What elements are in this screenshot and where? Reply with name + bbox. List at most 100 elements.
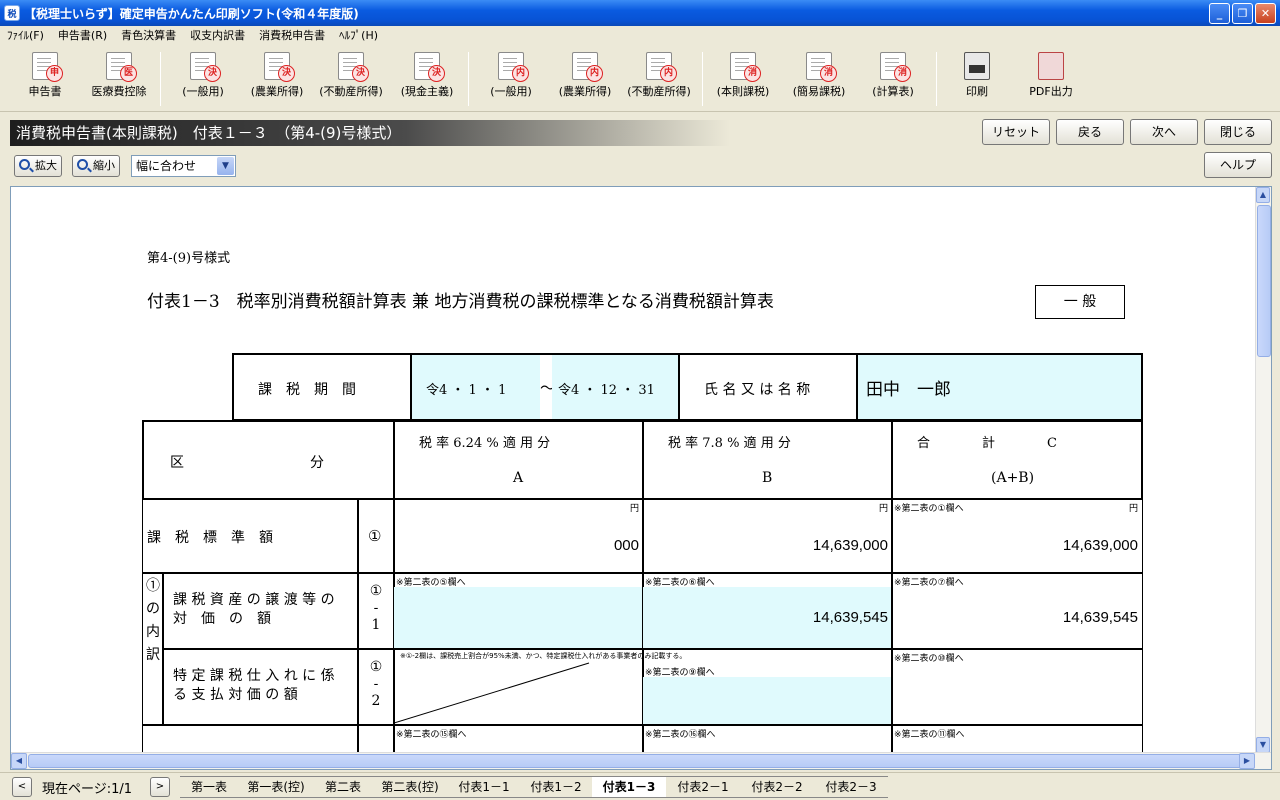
menu-shinkokusho[interactable]: 申告書(R): [51, 27, 114, 43]
vertical-scrollbar[interactable]: ▲ ▼: [1255, 187, 1271, 753]
scroll-down-icon[interactable]: ▼: [1256, 737, 1270, 753]
toolbar-uchiwake-ippan-button[interactable]: 内 (一般用): [474, 52, 548, 99]
toolbar-iryohi-button[interactable]: 医医療費控除: [82, 52, 156, 99]
tab-fuhyo-2-2[interactable]: 付表2－2: [740, 776, 814, 798]
document-icon: 決: [414, 52, 445, 82]
row11-c-field[interactable]: ※第二表の⑦欄へ 14,639,545: [891, 572, 1143, 650]
zoom-select-value: 幅に合わせ: [136, 159, 197, 173]
document-icon: 決: [338, 52, 369, 82]
row11-b-value: 14,639,545: [812, 609, 888, 626]
toolbar-label: (不動産所得): [627, 85, 691, 98]
toolbar-shohi-kani-button[interactable]: 消 (簡易課税): [782, 52, 856, 99]
toolbar-label: (不動産所得): [319, 85, 383, 98]
scroll-left-icon[interactable]: ◀: [11, 753, 27, 769]
kubun-header: 区 分: [142, 420, 395, 500]
toolbar-shinkokusho-button[interactable]: 申申告書: [8, 52, 82, 99]
toolbar-shohi-honsoku-button[interactable]: 消 (本則課税): [706, 52, 780, 99]
menu-help[interactable]: ﾍﾙﾌﾟ(H): [332, 27, 385, 43]
row1-no: ①: [368, 527, 382, 545]
toolbar-print-button[interactable]: 印刷: [940, 52, 1014, 99]
row1-b-field[interactable]: 円 14,639,000: [642, 498, 893, 574]
tab-daiippyo[interactable]: 第一表: [180, 776, 238, 798]
horizontal-scroll-thumb[interactable]: [28, 754, 1254, 768]
col-a-header: 税 率 6.24 % 適 用 分 A: [393, 420, 644, 500]
minimize-button[interactable]: _: [1209, 2, 1230, 24]
tab-fuhyo-1-3[interactable]: 付表1－3: [592, 776, 666, 798]
row11-a-input[interactable]: [394, 587, 643, 649]
vertical-scroll-thumb[interactable]: [1257, 205, 1271, 357]
toolbar-kessan-ippan-button[interactable]: 決 (一般用): [166, 52, 240, 99]
toolbar-kessan-nogyo-button[interactable]: 決 (農業所得): [240, 52, 314, 99]
form-title: 付表1－3 税率別消費税額計算表 兼 地方消費税の課税標準となる消費税額計算表: [147, 292, 774, 312]
toolbar-shohi-keisan-button[interactable]: 消 (計算表): [856, 52, 930, 99]
toolbar-kessan-fudosan-button[interactable]: 決 (不動産所得): [314, 52, 388, 99]
tab-dainihyo-hikae[interactable]: 第二表(控): [372, 776, 448, 798]
prev-page-button[interactable]: <: [12, 777, 32, 797]
row2-b-note: ※第二表の⑯欄へ: [645, 730, 716, 740]
menu-shohizei[interactable]: 消費税申告書: [252, 27, 332, 43]
toolbar-pdf-button[interactable]: PDF出力: [1014, 52, 1088, 99]
period-from-field[interactable]: 令4 ・ 1 ・ 1: [412, 355, 540, 419]
col-a-letter: A: [513, 470, 524, 486]
stamp-icon: 決: [352, 65, 369, 82]
row11-no-cell: ① ‐ 1: [357, 572, 395, 650]
row1-a-field[interactable]: 円 000: [393, 498, 644, 574]
row12-b-input[interactable]: [643, 677, 892, 725]
name-field[interactable]: 田中 一郎: [856, 353, 1143, 421]
row12-c-note: ※第二表の⑩欄へ: [894, 654, 964, 664]
scroll-up-icon[interactable]: ▲: [1256, 187, 1270, 203]
document-icon: 決: [264, 52, 295, 82]
row12-no-cell: ① ‐ 2: [357, 648, 395, 726]
menu-bar: ﾌｧｲﾙ(F) 申告書(R) 青色決算書 収支内訳書 消費税申告書 ﾍﾙﾌﾟ(H…: [0, 26, 1280, 44]
menu-shushi[interactable]: 収支内訳書: [183, 27, 252, 43]
maximize-button[interactable]: ❐: [1232, 2, 1253, 24]
tab-fuhyo-1-2[interactable]: 付表1－2: [520, 776, 592, 798]
zoom-out-button[interactable]: 縮小: [72, 155, 120, 177]
tab-fuhyo-1-1[interactable]: 付表1－1: [448, 776, 520, 798]
zoom-in-button[interactable]: 拡大: [14, 155, 62, 177]
reset-button[interactable]: リセット: [982, 119, 1050, 145]
zoom-select[interactable]: 幅に合わせ ▼: [131, 155, 236, 177]
magnifier-icon: [77, 159, 88, 170]
row11-b-field[interactable]: ※第二表の⑥欄へ 14,639,545: [642, 572, 893, 650]
stamp-icon: 決: [428, 65, 445, 82]
toolbar-label: PDF出力: [1029, 85, 1073, 98]
back-button[interactable]: 戻る: [1056, 119, 1124, 145]
period-to-field[interactable]: 令4 ・ 12 ・ 31: [552, 355, 678, 419]
row1-c-field[interactable]: ※第二表の①欄へ 円 14,639,000: [891, 498, 1143, 574]
toolbar-label: (本則課税): [716, 85, 770, 98]
window-title: 【税理士いらず】確定申告かんたん印刷ソフト(令和４年度版): [24, 6, 359, 21]
name-label-cell: 氏 名 又 は 名 称: [678, 353, 858, 421]
next-page-button[interactable]: >: [150, 777, 170, 797]
stamp-icon: 内: [660, 65, 677, 82]
period-cell: 令4 ・ 1 ・ 1 ～ 令4 ・ 12 ・ 31: [410, 353, 680, 421]
yen-unit: 円: [1128, 504, 1138, 514]
period-label: 課 税 期 間: [258, 382, 356, 398]
toolbar-label: 印刷: [966, 85, 988, 98]
tab-fuhyo-2-3[interactable]: 付表2－3: [814, 776, 888, 798]
tab-daiippyo-hikae[interactable]: 第一表(控): [238, 776, 314, 798]
toolbar-label: (現金主義): [400, 85, 454, 98]
row11-a-field[interactable]: ※第二表の⑤欄へ: [393, 572, 644, 650]
document-icon: 消: [806, 52, 837, 82]
zoom-out-label: 縮小: [93, 159, 115, 172]
toolbar-separator: [468, 52, 469, 106]
scroll-right-icon[interactable]: ▶: [1239, 753, 1255, 769]
toolbar-uchiwake-nogyo-button[interactable]: 内 (農業所得): [548, 52, 622, 99]
name-value: 田中 一郎: [866, 380, 951, 400]
toolbar-uchiwake-fudosan-button[interactable]: 内 (不動産所得): [622, 52, 696, 99]
tab-fuhyo-2-1[interactable]: 付表2－1: [666, 776, 740, 798]
menu-aoiro[interactable]: 青色決算書: [114, 27, 183, 43]
row12-c-field[interactable]: ※第二表の⑩欄へ: [891, 648, 1143, 726]
row1-breakdown-side: ① の 内 訳: [142, 572, 164, 726]
toolbar-kessan-genkin-button[interactable]: 決 (現金主義): [390, 52, 464, 99]
period-from-value: 令4 ・ 1 ・ 1: [426, 383, 507, 398]
close-window-button[interactable]: ✕: [1255, 2, 1276, 24]
next-button[interactable]: 次へ: [1130, 119, 1198, 145]
horizontal-scrollbar[interactable]: ◀ ▶: [11, 752, 1271, 769]
row2-c-note: ※第二表の⑪欄へ: [894, 730, 965, 740]
tab-dainihyo[interactable]: 第二表: [314, 776, 372, 798]
help-button[interactable]: ヘルプ: [1204, 152, 1272, 178]
menu-file[interactable]: ﾌｧｲﾙ(F): [0, 27, 51, 43]
close-button[interactable]: 閉じる: [1204, 119, 1272, 145]
